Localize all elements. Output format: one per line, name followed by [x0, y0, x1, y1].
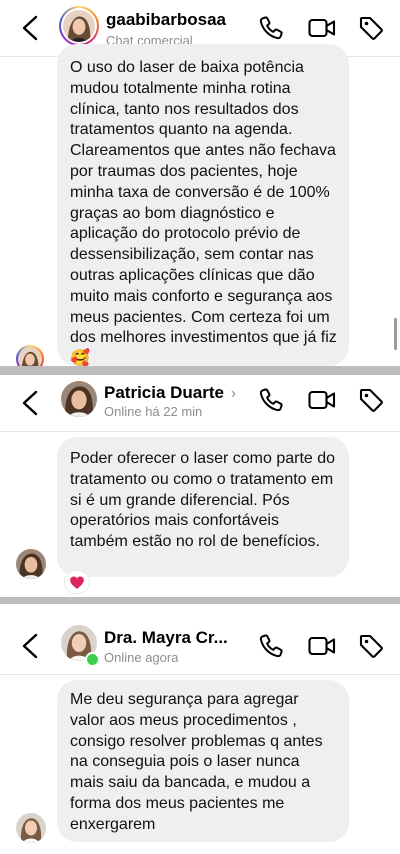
avatar[interactable]: [59, 6, 99, 46]
online-indicator: [85, 652, 100, 667]
video-camera-icon[interactable]: [307, 386, 337, 414]
contact-name[interactable]: gaabibarbosaa: [106, 10, 226, 30]
contact-name[interactable]: Dra. Mayra Cr...: [104, 628, 228, 648]
divider: [0, 597, 400, 604]
contact-name[interactable]: Patricia Duarte ›: [104, 383, 236, 403]
message-bubble[interactable]: Poder oferecer o laser como parte do tra…: [57, 437, 349, 577]
contact-subtitle: Online há 22 min: [104, 404, 203, 419]
sender-avatar[interactable]: [16, 345, 44, 366]
phone-icon[interactable]: [257, 386, 285, 414]
contact-subtitle: Online agora: [104, 650, 179, 665]
heart-reaction[interactable]: [65, 571, 89, 593]
chevron-right-icon: ›: [230, 385, 237, 402]
video-camera-icon[interactable]: [307, 632, 337, 660]
tag-icon[interactable]: [357, 386, 385, 414]
sender-avatar[interactable]: [16, 549, 46, 579]
chevron-left-icon[interactable]: [18, 14, 44, 42]
avatar[interactable]: [61, 381, 97, 417]
message-text: O uso do laser de baixa potência mudou t…: [70, 59, 337, 366]
chat-header: Patricia Duarte › Online há 22 min: [0, 375, 400, 432]
tag-icon[interactable]: [357, 14, 385, 42]
scrollbar[interactable]: [394, 318, 397, 350]
tag-icon[interactable]: [357, 632, 385, 660]
chevron-left-icon[interactable]: [18, 389, 44, 417]
chat-panel-patricia-duarte: Patricia Duarte › Online há 22 min Poder…: [0, 375, 400, 597]
phone-icon[interactable]: [257, 632, 285, 660]
message-text: Me deu segurança para agregar valor aos …: [70, 691, 323, 833]
message-text: Poder oferecer o laser como parte do tra…: [70, 450, 336, 551]
phone-icon[interactable]: [257, 14, 285, 42]
chat-header: Dra. Mayra Cr... Online agora: [0, 604, 400, 675]
sender-avatar[interactable]: [16, 813, 46, 843]
divider: [0, 366, 400, 375]
message-bubble[interactable]: Me deu segurança para agregar valor aos …: [57, 680, 349, 842]
message-bubble[interactable]: O uso do laser de baixa potência mudou t…: [57, 44, 349, 366]
chevron-left-icon[interactable]: [18, 632, 44, 660]
video-camera-icon[interactable]: [307, 14, 337, 42]
chat-panel-dra-mayra: Dra. Mayra Cr... Online agora Me deu seg…: [0, 604, 400, 854]
heart-icon: [69, 575, 85, 590]
chat-panel-gaabibarbosaa: gaabibarbosaa Chat comercial O uso do la…: [0, 0, 400, 366]
